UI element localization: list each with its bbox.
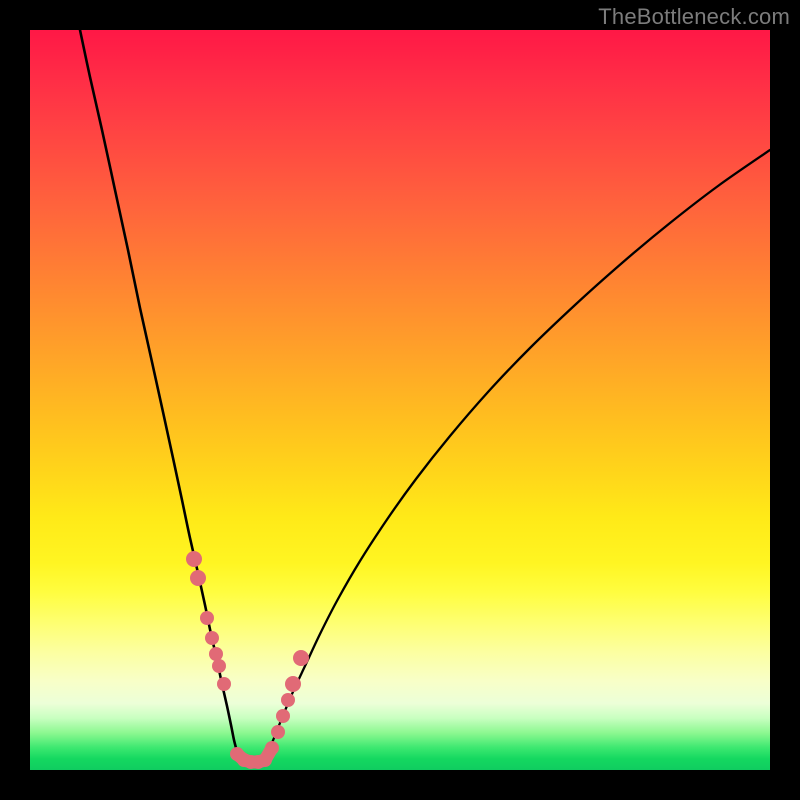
chart-frame: TheBottleneck.com <box>0 0 800 800</box>
data-point <box>258 753 272 767</box>
data-point <box>186 551 202 567</box>
data-point <box>209 647 223 661</box>
data-point <box>276 709 290 723</box>
plot-area <box>30 30 770 770</box>
data-point <box>217 677 231 691</box>
curve-right-branch <box>264 150 770 762</box>
data-point <box>265 741 279 755</box>
data-point <box>285 676 301 692</box>
data-point <box>281 693 295 707</box>
data-point <box>205 631 219 645</box>
data-point <box>212 659 226 673</box>
data-point <box>293 650 309 666</box>
watermark-label: TheBottleneck.com <box>598 4 790 30</box>
data-point <box>271 725 285 739</box>
curves-svg <box>30 30 770 770</box>
data-point <box>190 570 206 586</box>
data-point <box>200 611 214 625</box>
